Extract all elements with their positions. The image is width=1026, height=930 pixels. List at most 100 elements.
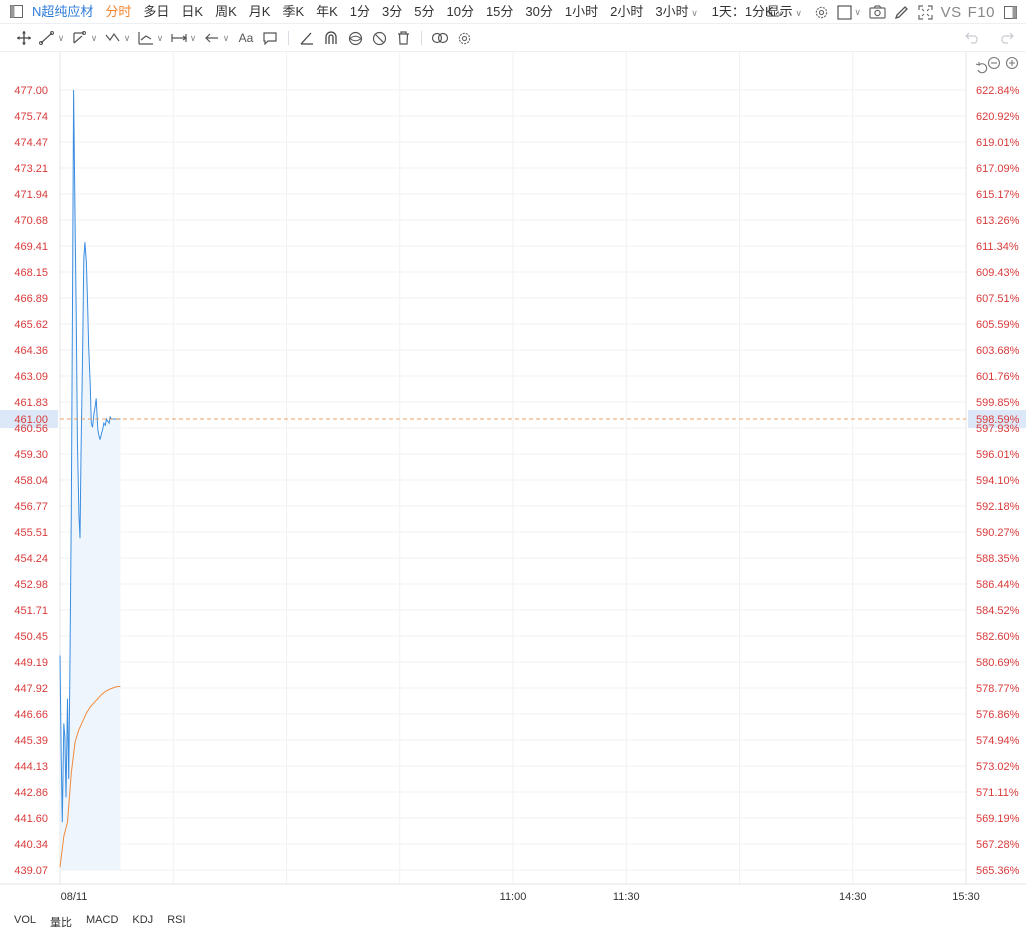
period-tab[interactable]: 季K [276, 0, 310, 24]
camera-icon[interactable] [866, 1, 890, 23]
period-tab[interactable]: 周K [209, 0, 243, 24]
channel-tool[interactable]: ∨ [69, 27, 102, 49]
percent-tick-label: 588.35% [976, 553, 1020, 565]
f10-button[interactable]: F10 [965, 4, 998, 21]
reset-view-icon[interactable] [975, 62, 988, 74]
symbol-name[interactable]: N超纯应材 [28, 0, 99, 24]
price-tick-label: 450.45 [14, 631, 48, 643]
overlay-circles-icon[interactable] [428, 27, 452, 49]
indicator-tab[interactable]: 量比 [50, 914, 72, 930]
percent-tick-label: 592.18% [976, 501, 1020, 513]
undo-icon[interactable] [960, 27, 984, 49]
percent-tick-label: 617.09% [976, 163, 1020, 175]
fibonacci-tool[interactable]: ∨ [135, 27, 168, 49]
fibonacci-icon [138, 32, 153, 45]
percent-tick-label: 622.84% [976, 85, 1020, 97]
trend-line-tool[interactable]: ∨ [36, 27, 69, 49]
percent-tick-label: 580.69% [976, 657, 1020, 669]
period-tab[interactable]: 分时 [99, 0, 137, 24]
price-tick-label: 463.09 [14, 371, 48, 383]
period-tab[interactable]: 3分 [376, 0, 408, 24]
layout-select[interactable]: ∨ [834, 1, 866, 23]
percent-tick-label: 599.85% [976, 397, 1020, 409]
intraday-chart[interactable]: 461.00 598.59% 477.00475.74474.47473.2147… [0, 52, 1026, 923]
period-tab[interactable]: 2小时 [604, 0, 649, 24]
period-tab[interactable]: 10分 [440, 0, 479, 24]
lock-disable-icon[interactable] [367, 27, 391, 49]
price-tick-label: 452.98 [14, 579, 48, 591]
period-tab[interactable]: 30分 [519, 0, 558, 24]
toolbar-divider [288, 31, 289, 45]
fullscreen-icon[interactable] [914, 1, 938, 23]
time-axis: 08/11 11:00 11:30 14:30 15:30 [61, 891, 980, 903]
price-tick-label: 444.13 [14, 761, 48, 773]
price-tick-label: 464.36 [14, 345, 48, 357]
settings-gear-icon[interactable] [810, 1, 834, 23]
drawing-settings-gear-icon[interactable] [452, 27, 476, 49]
period-tab[interactable]: 年K [310, 0, 344, 24]
percent-tick-label: 573.02% [976, 761, 1020, 773]
zoom-out-icon[interactable] [987, 56, 1001, 70]
time-tick-label: 08/11 [61, 891, 88, 903]
period-tab[interactable]: 日K [175, 0, 209, 24]
price-tick-label: 454.24 [14, 553, 48, 565]
wave-icon [105, 32, 120, 42]
period-tab[interactable]: 1小时 [559, 0, 604, 24]
period-tab[interactable]: 1分 [344, 0, 376, 24]
trash-icon[interactable] [391, 27, 415, 49]
period-more-label: 3小时 [655, 3, 689, 19]
price-tick-label: 466.89 [14, 293, 48, 305]
chevron-down-icon: ∨ [222, 32, 230, 43]
period-tab[interactable]: 多日 [137, 0, 175, 24]
price-tick-label: 459.30 [14, 449, 48, 461]
right-panel-toggle-icon[interactable] [998, 1, 1022, 23]
topbar-right-tools: 显示 ∨ ∨ VS F10 [761, 0, 1022, 24]
percent-tick-label: 582.60% [976, 631, 1020, 643]
chevron-down-icon: ∨ [795, 8, 802, 18]
indicator-tabs: VOL 量比 MACD KDJ RSI [14, 914, 186, 930]
percent-tick-label: 578.77% [976, 683, 1020, 695]
percent-tick-label: 620.92% [976, 111, 1020, 123]
display-menu[interactable]: 显示 ∨ [761, 0, 810, 24]
vs-compare-button[interactable]: VS [938, 4, 965, 21]
percent-tick-label: 586.44% [976, 579, 1020, 591]
wave-tool[interactable]: ∨ [102, 27, 135, 49]
redo-icon[interactable] [994, 27, 1018, 49]
angle-icon[interactable] [295, 27, 319, 49]
indicator-tab[interactable]: KDJ [132, 914, 153, 930]
pencil-icon[interactable] [890, 1, 914, 23]
indicator-tab[interactable]: RSI [167, 914, 185, 930]
price-axis-left: 477.00 475.74 474.47 473.21 471.94 470.68 469.… [14, 85, 48, 877]
zoom-in-icon[interactable] [1005, 56, 1019, 70]
arrow-tool[interactable]: ∨ [201, 27, 234, 49]
chevron-down-icon: ∨ [90, 32, 98, 43]
sidebar-toggle-icon[interactable] [4, 1, 28, 23]
percent-tick-label: 613.26% [976, 215, 1020, 227]
percent-axis-right: 622.84% 620.92% 619.01% 617.09% 615.17% 613.2… [976, 85, 1020, 877]
price-tick-label: 469.41 [14, 241, 48, 253]
percent-tick-label: 605.59% [976, 319, 1020, 331]
indicator-tab[interactable]: VOL [14, 914, 36, 930]
period-tab[interactable]: 月K [243, 0, 277, 24]
percent-tick-label: 615.17% [976, 189, 1020, 201]
price-tick-label: 451.71 [14, 605, 48, 617]
range-measure-tool[interactable]: ∨ [168, 27, 201, 49]
period-tab[interactable]: 5分 [408, 0, 440, 24]
chevron-down-icon: ∨ [156, 32, 164, 43]
price-tick-label: 445.39 [14, 735, 48, 747]
percent-tick-label: 576.86% [976, 709, 1020, 721]
eye-hide-icon[interactable] [343, 27, 367, 49]
percent-tick-label: 574.94% [976, 735, 1020, 747]
percent-tick-label: 601.76% [976, 371, 1020, 383]
time-tick-label: 11:30 [613, 891, 640, 903]
text-tool[interactable]: Aa [234, 27, 258, 49]
comment-icon[interactable] [258, 27, 282, 49]
move-cross-icon[interactable] [12, 27, 36, 49]
period-tabs: 分时 多日 日K 周K 月K 季K 年K 1分 3分 5分 10分 15分 30分 1小时 2小时 [99, 0, 649, 24]
chevron-down-icon: ∨ [189, 32, 197, 43]
period-tab-more[interactable]: 3小时 ∨ [649, 0, 705, 24]
indicator-tab[interactable]: MACD [86, 914, 118, 930]
magnet-icon[interactable] [319, 27, 343, 49]
period-tab[interactable]: 15分 [480, 0, 519, 24]
chart-grid [0, 52, 1026, 885]
